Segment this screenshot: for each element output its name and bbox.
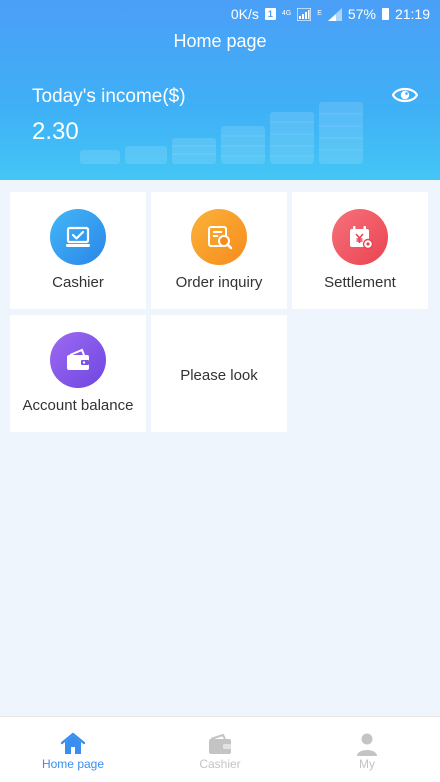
notification-icon: 1 [264, 8, 276, 20]
page-title: Home page [173, 31, 267, 51]
order-inquiry-label: Order inquiry [175, 274, 263, 291]
eye-icon[interactable] [392, 84, 418, 106]
nav-home-page-label: Home page [41, 757, 105, 771]
laptop-check-icon [50, 209, 106, 265]
header: 0K/s 1 4G E 57% 21:19 Home page Today's … [0, 0, 440, 180]
nav-my-label: My [359, 757, 375, 771]
signal-2-icon [327, 7, 342, 21]
network-speed: 0K/s [230, 6, 259, 22]
income-label: Today's income($) [32, 86, 186, 107]
nav-my[interactable]: My [294, 717, 440, 782]
account-balance-label: Account balance [22, 397, 134, 414]
bottom-nav: Home page Cashier My [0, 716, 440, 782]
please-look-tile[interactable]: Please look [151, 315, 287, 432]
nav-home-page[interactable]: Home page [0, 717, 146, 782]
wallet-icon [209, 733, 231, 754]
network-type-label: 4G [281, 10, 292, 17]
network-type-2-label: E [317, 10, 322, 17]
calendar-yen-icon [332, 209, 388, 265]
order-search-icon [191, 209, 247, 265]
person-icon [357, 733, 377, 756]
cashier-label: Cashier [52, 274, 104, 291]
nav-cashier-label: Cashier [199, 757, 241, 771]
signal-icon [297, 7, 312, 21]
battery-icon [381, 8, 389, 20]
settlement-tile[interactable]: Settlement [292, 192, 428, 309]
account-balance-tile[interactable]: Account balance [10, 315, 146, 432]
settlement-label: Settlement [324, 274, 396, 291]
order-inquiry-tile[interactable]: Order inquiry [151, 192, 287, 309]
nav-cashier[interactable]: Cashier [147, 717, 293, 782]
status-bar: 0K/s 1 4G E 57% 21:19 [231, 4, 430, 24]
wallet-icon [50, 332, 106, 388]
please-look-label: Please look [180, 367, 258, 384]
income-value: 2.30 [32, 118, 79, 145]
cashier-tile[interactable]: Cashier [10, 192, 146, 309]
clock: 21:19 [394, 6, 430, 22]
battery-percent: 57% [347, 6, 376, 22]
home-icon [60, 732, 86, 754]
